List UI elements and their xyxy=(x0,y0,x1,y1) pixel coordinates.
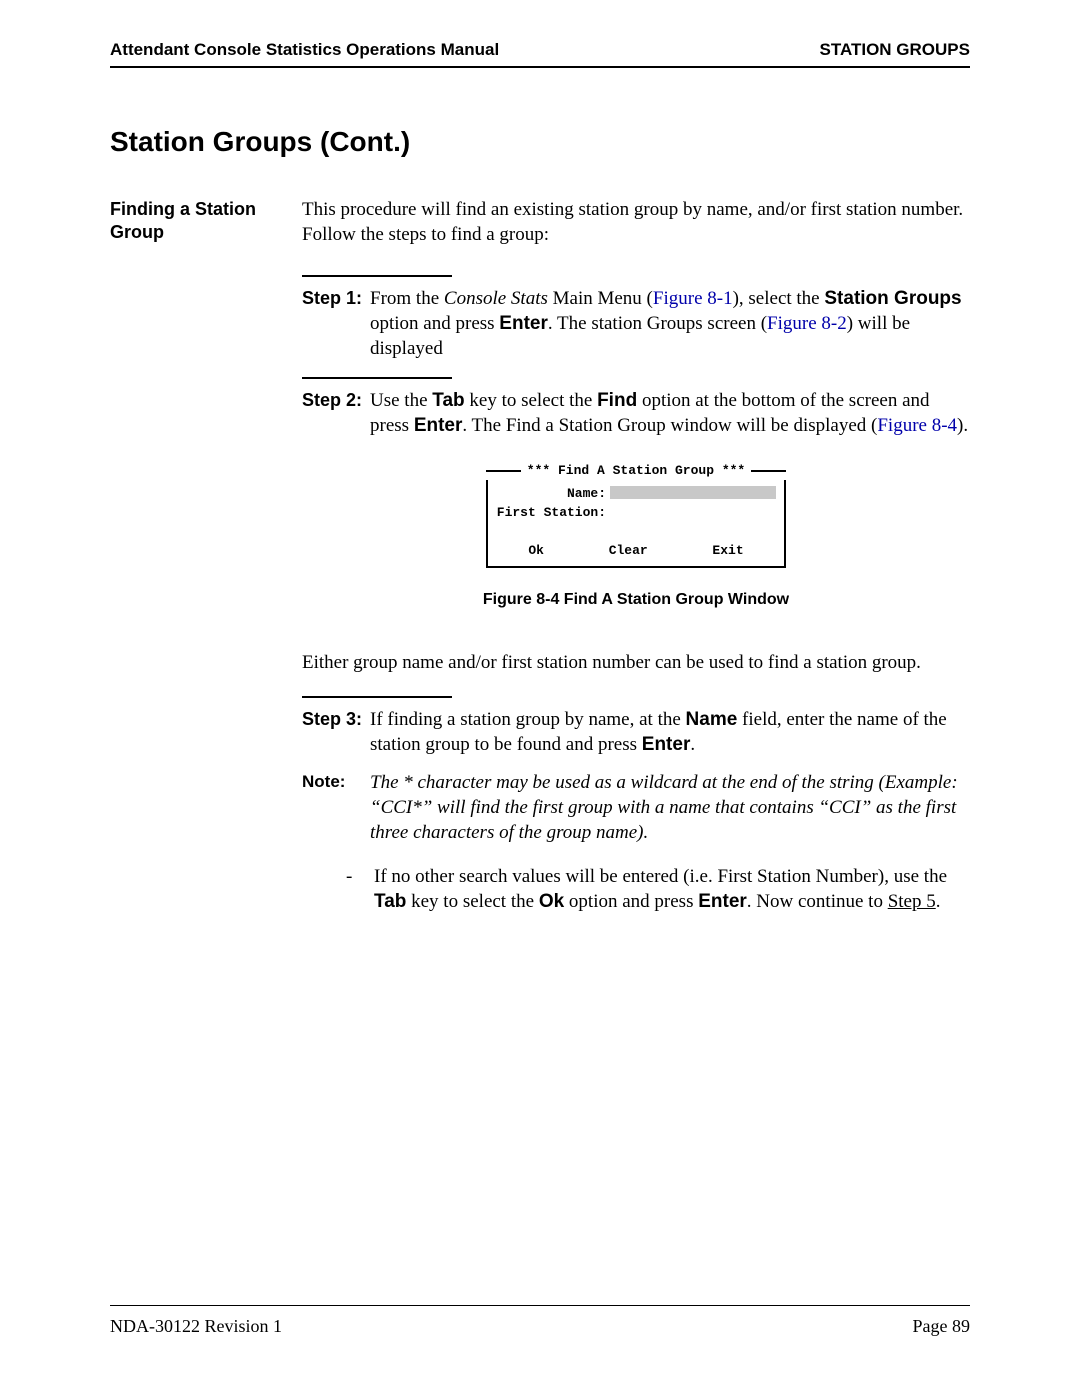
clear-button[interactable]: Clear xyxy=(609,543,648,560)
content-area: Finding a Station Group This procedure w… xyxy=(110,198,970,915)
text: . The Find a Station Group window will b… xyxy=(462,415,877,436)
text: option and press xyxy=(564,891,698,912)
console-stats-italic: Console Stats xyxy=(444,288,548,309)
text: key to select the xyxy=(406,891,538,912)
main-body: This procedure will find an existing sta… xyxy=(302,198,970,915)
title-rule-right xyxy=(751,470,786,472)
text: . Now continue to xyxy=(747,891,888,912)
paragraph-after-figure: Either group name and/or first station n… xyxy=(302,651,970,676)
document-page: Attendant Console Statistics Operations … xyxy=(0,0,1080,1397)
footer-right: Page 89 xyxy=(913,1316,971,1337)
side-heading: Finding a Station Group xyxy=(110,198,302,915)
step-2: Step 2: Use the Tab key to select the Fi… xyxy=(302,389,970,438)
figure-8-2-link[interactable]: Figure 8-2 xyxy=(767,313,847,334)
page-header: Attendant Console Statistics Operations … xyxy=(110,40,970,60)
tab-bold: Tab xyxy=(374,891,406,912)
ok-button[interactable]: Ok xyxy=(528,543,544,560)
figure-8-1-link[interactable]: Figure 8-1 xyxy=(653,288,733,309)
dash-body: If no other search values will be entere… xyxy=(374,865,970,914)
step-1-label: Step 1: xyxy=(302,287,370,361)
window-title: *** Find A Station Group *** xyxy=(521,463,751,480)
page-footer: NDA-30122 Revision 1 Page 89 xyxy=(110,1305,970,1337)
name-label: Name: xyxy=(496,486,606,503)
intro-paragraph: This procedure will find an existing sta… xyxy=(302,198,970,247)
window-body: Name: First Station: Ok Clear Exit xyxy=(486,480,786,569)
step-1-body: From the Console Stats Main Menu (Figure… xyxy=(370,287,970,361)
name-row: Name: xyxy=(496,486,776,503)
footer-left: NDA-30122 Revision 1 xyxy=(110,1316,282,1337)
side-heading-line1: Finding a Station xyxy=(110,199,256,219)
note-label: Note: xyxy=(302,771,370,845)
enter-bold: Enter xyxy=(642,734,691,755)
exit-button[interactable]: Exit xyxy=(712,543,743,560)
step-separator xyxy=(302,696,452,698)
header-right: STATION GROUPS xyxy=(820,40,971,60)
text: If no other search values will be entere… xyxy=(374,866,947,887)
step-5-link[interactable]: Step 5 xyxy=(888,891,936,912)
side-heading-line2: Group xyxy=(110,222,164,242)
step-separator xyxy=(302,275,452,277)
enter-bold: Enter xyxy=(698,891,747,912)
note-body: The * character may be used as a wildcar… xyxy=(370,771,970,845)
text: . xyxy=(690,734,695,755)
step-1: Step 1: From the Console Stats Main Menu… xyxy=(302,287,970,361)
title-rule-left xyxy=(486,470,521,472)
text: option and press xyxy=(370,313,499,334)
step-separator xyxy=(302,377,452,379)
ok-bold: Ok xyxy=(539,891,564,912)
header-rule xyxy=(110,66,970,68)
text: From the xyxy=(370,288,444,309)
footer-row: NDA-30122 Revision 1 Page 89 xyxy=(110,1316,970,1337)
find-station-group-window: *** Find A Station Group *** Name: First… xyxy=(486,463,786,569)
name-bold: Name xyxy=(686,709,738,730)
name-field[interactable] xyxy=(610,486,776,499)
find-bold: Find xyxy=(597,390,637,411)
sub-bullet: - If no other search values will be ente… xyxy=(302,865,970,914)
window-title-row: *** Find A Station Group *** xyxy=(486,463,786,480)
first-station-field[interactable] xyxy=(610,505,650,518)
enter-bold: Enter xyxy=(414,415,463,436)
tab-bold: Tab xyxy=(432,390,464,411)
first-station-label: First Station: xyxy=(496,505,606,522)
section-title: Station Groups (Cont.) xyxy=(110,126,970,158)
header-left: Attendant Console Statistics Operations … xyxy=(110,40,499,60)
step-2-body: Use the Tab key to select the Find optio… xyxy=(370,389,970,438)
text: If finding a station group by name, at t… xyxy=(370,709,686,730)
step-3-body: If finding a station group by name, at t… xyxy=(370,708,970,757)
text: Use the xyxy=(370,390,432,411)
first-station-row: First Station: xyxy=(496,505,776,522)
text: ). xyxy=(957,415,968,436)
step-3-label: Step 3: xyxy=(302,708,370,757)
text: ), select the xyxy=(733,288,825,309)
enter-bold: Enter xyxy=(499,313,548,334)
text: . The station Groups screen ( xyxy=(548,313,767,334)
station-groups-bold: Station Groups xyxy=(824,288,961,309)
figure-8-4-link[interactable]: Figure 8-4 xyxy=(877,415,957,436)
step-3: Step 3: If finding a station group by na… xyxy=(302,708,970,757)
note: Note: The * character may be used as a w… xyxy=(302,771,970,845)
step-2-label: Step 2: xyxy=(302,389,370,438)
window-actions: Ok Clear Exit xyxy=(496,543,776,560)
text: Main Menu ( xyxy=(548,288,653,309)
text: key to select the xyxy=(465,390,597,411)
text: . xyxy=(936,891,941,912)
footer-rule xyxy=(110,1305,970,1306)
dash-marker: - xyxy=(346,865,374,914)
figure-8-4-window: *** Find A Station Group *** Name: First… xyxy=(302,463,970,569)
figure-caption: Figure 8-4 Find A Station Group Window xyxy=(302,590,970,611)
